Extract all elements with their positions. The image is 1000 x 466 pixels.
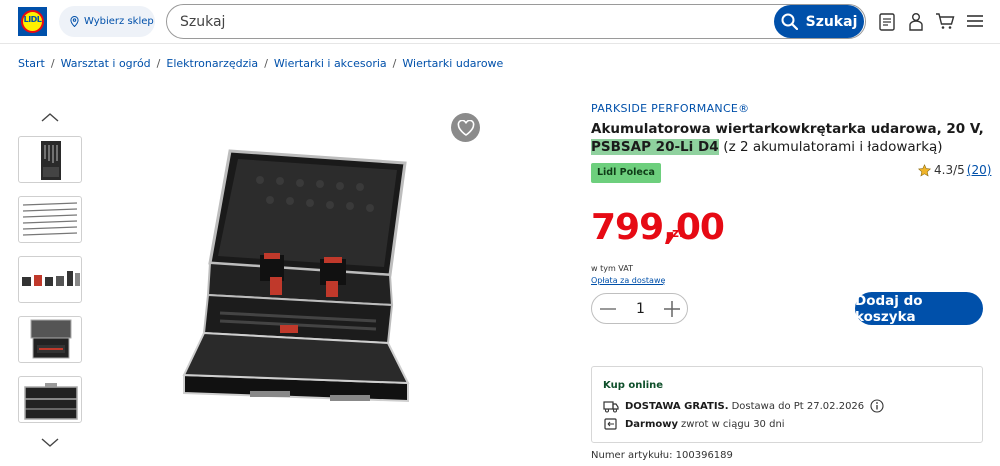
free-return-row: Darmowy zwrot w ciągu 30 dni xyxy=(603,417,785,431)
search-button-label: Szukaj xyxy=(805,13,858,30)
receipt-icon[interactable] xyxy=(876,10,898,32)
quantity-stepper: 1 xyxy=(591,293,688,324)
breadcrumb-workshop-garden[interactable]: Warsztat i ogród xyxy=(61,57,151,70)
choose-store-button[interactable]: Wybierz sklep xyxy=(59,6,155,37)
site-header: LIDL Wybierz sklep Szukaj Szukaj xyxy=(0,0,1000,44)
return-icon xyxy=(604,418,617,430)
free-delivery-row: DOSTAWA GRATIS. Dostawa do Pt 27.02.2026 xyxy=(603,399,884,413)
search-placeholder: Szukaj xyxy=(180,14,226,30)
search-button[interactable]: Szukaj xyxy=(774,5,864,38)
breadcrumb-impact-drills[interactable]: Wiertarki udarowe xyxy=(402,57,503,70)
info-icon[interactable] xyxy=(870,399,884,413)
return-period: zwrot w ciągu 30 dni xyxy=(681,418,785,430)
price: 799,00 xyxy=(591,207,725,248)
menu-icon[interactable] xyxy=(964,10,986,32)
star-icon xyxy=(918,163,931,177)
thumbs-down-arrow-icon[interactable] xyxy=(40,437,60,449)
increase-quantity-button[interactable] xyxy=(664,301,680,317)
search-input[interactable]: Szukaj xyxy=(166,4,866,39)
thumbnail-1[interactable] xyxy=(18,136,82,183)
favorite-button[interactable] xyxy=(451,113,480,142)
user-icon[interactable] xyxy=(905,10,927,32)
title-main: Akumulatorowa wiertarkowkrętarka udarowa… xyxy=(591,121,984,137)
delivery-date: Dostawa do Pt 27.02.2026 xyxy=(731,400,865,412)
location-pin-icon xyxy=(70,16,79,27)
title-suffix: (z 2 akumulatorami i ładowarką) xyxy=(723,139,943,155)
heart-icon xyxy=(457,119,474,136)
thumbnail-2[interactable] xyxy=(18,196,82,243)
article-number: Numer artykułu: 100396189 xyxy=(591,450,733,461)
breadcrumb-power-tools[interactable]: Elektronarzędzia xyxy=(166,57,258,70)
cart-icon[interactable] xyxy=(934,10,956,32)
free-delivery-label: DOSTAWA GRATIS. xyxy=(625,400,729,412)
breadcrumb: Start / Warsztat i ogród / Elektronarzędzi… xyxy=(18,57,504,70)
lidl-logo[interactable]: LIDL xyxy=(18,7,47,36)
add-to-cart-button[interactable]: Dodaj do koszyka xyxy=(855,292,983,325)
reviews-link[interactable]: (20) xyxy=(967,163,992,177)
search-icon xyxy=(781,13,798,30)
breadcrumb-start[interactable]: Start xyxy=(18,57,45,70)
choose-store-label: Wybierz sklep xyxy=(84,16,154,27)
delivery-truck-icon xyxy=(603,401,619,413)
vat-note: w tym VAT xyxy=(591,264,633,273)
price-currency: zł xyxy=(672,226,684,240)
product-main-image xyxy=(182,149,410,403)
lidl-poleca-badge: Lidl Poleca xyxy=(591,163,661,183)
shipping-cost-link[interactable]: Opłata za dostawę xyxy=(591,276,665,285)
breadcrumb-drills-accessories[interactable]: Wiertarki i akcesoria xyxy=(274,57,387,70)
delivery-box: Kup online DOSTAWA GRATIS. Dostawa do Pt… xyxy=(591,366,983,443)
thumbnail-5[interactable] xyxy=(18,376,82,423)
brand-link[interactable]: PARKSIDE PERFORMANCE® xyxy=(591,102,749,115)
thumbs-up-arrow-icon[interactable] xyxy=(40,111,60,123)
thumbnail-4[interactable] xyxy=(18,316,82,363)
thumbnail-3[interactable] xyxy=(18,256,82,303)
free-return-label: Darmowy xyxy=(625,418,679,430)
buy-online-heading: Kup online xyxy=(603,380,664,391)
rating-value: 4.3/5 xyxy=(934,163,965,177)
title-model: PSBSAP 20-Li D4 xyxy=(591,139,719,155)
product-title: Akumulatorowa wiertarkowkrętarka udarowa… xyxy=(591,120,986,156)
rating[interactable]: 4.3/5 (20) xyxy=(918,163,991,177)
